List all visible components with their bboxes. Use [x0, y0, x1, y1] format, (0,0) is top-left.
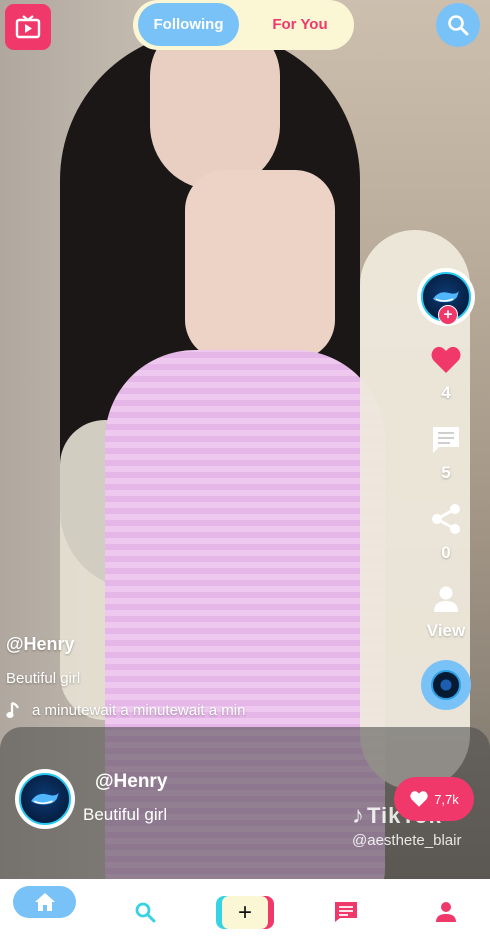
view-action[interactable]: View [418, 585, 474, 641]
user-icon [434, 586, 458, 612]
card-username[interactable]: @Henry [95, 771, 167, 793]
watermark-handle: @aesthete_blair [352, 832, 462, 849]
share-icon [432, 504, 460, 534]
caption-description: Beutiful girl [6, 670, 81, 687]
search-button[interactable] [436, 3, 480, 47]
live-tv-button[interactable] [5, 4, 51, 50]
inbox-icon [335, 902, 357, 922]
comment-count: 5 [441, 463, 451, 482]
heart-icon [410, 791, 428, 807]
video-feed-screen[interactable]: Following For You + 4 5 0 View @Henry Be… [0, 0, 490, 941]
share-count: 0 [441, 543, 451, 562]
like-count: 4 [441, 383, 451, 402]
nav-profile[interactable] [431, 897, 461, 927]
bottom-nav: + [0, 879, 490, 941]
music-title: a minutewait a minutewait a min [32, 701, 246, 719]
tiktok-note-icon: ♪ [352, 802, 365, 829]
video-subject-neck [185, 170, 335, 360]
likes-pill[interactable]: 7,7k [394, 777, 474, 821]
profile-icon [436, 902, 456, 922]
feed-tabs: Following For You [133, 0, 354, 50]
card-avatar-image [19, 773, 71, 825]
caption-username[interactable]: @Henry [6, 634, 75, 655]
music-disc[interactable] [421, 660, 471, 710]
comment-action[interactable]: 5 [418, 425, 474, 483]
whale-logo-icon [433, 291, 459, 303]
music-info[interactable]: a minutewait a minutewait a min [6, 699, 296, 721]
plus-icon: + [222, 896, 268, 929]
heart-icon [431, 346, 461, 373]
nav-search[interactable] [130, 897, 160, 927]
like-action[interactable]: 4 [418, 345, 474, 403]
share-action[interactable]: 0 [418, 503, 474, 563]
nav-add-button[interactable]: + [216, 896, 274, 929]
view-label: View [426, 621, 466, 640]
follow-plus-button[interactable]: + [438, 305, 458, 325]
tab-for-you[interactable]: For You [255, 3, 345, 46]
creator-card: @Henry Beutiful girl ♪ TikTok @aesthete_… [0, 727, 490, 879]
home-icon [34, 893, 55, 911]
search-icon [448, 15, 469, 36]
tab-following[interactable]: Following [138, 3, 239, 46]
disc-icon [431, 670, 461, 700]
card-description: Beutiful girl [83, 805, 168, 824]
comment-icon [433, 427, 459, 453]
tv-icon [15, 15, 41, 39]
card-avatar[interactable] [15, 769, 75, 829]
nav-home[interactable] [13, 886, 76, 918]
search-icon [135, 902, 156, 923]
likes-count: 7,7k [434, 791, 459, 807]
whale-logo-icon [31, 792, 59, 805]
music-note-icon [6, 701, 19, 718]
nav-inbox[interactable] [331, 897, 361, 927]
